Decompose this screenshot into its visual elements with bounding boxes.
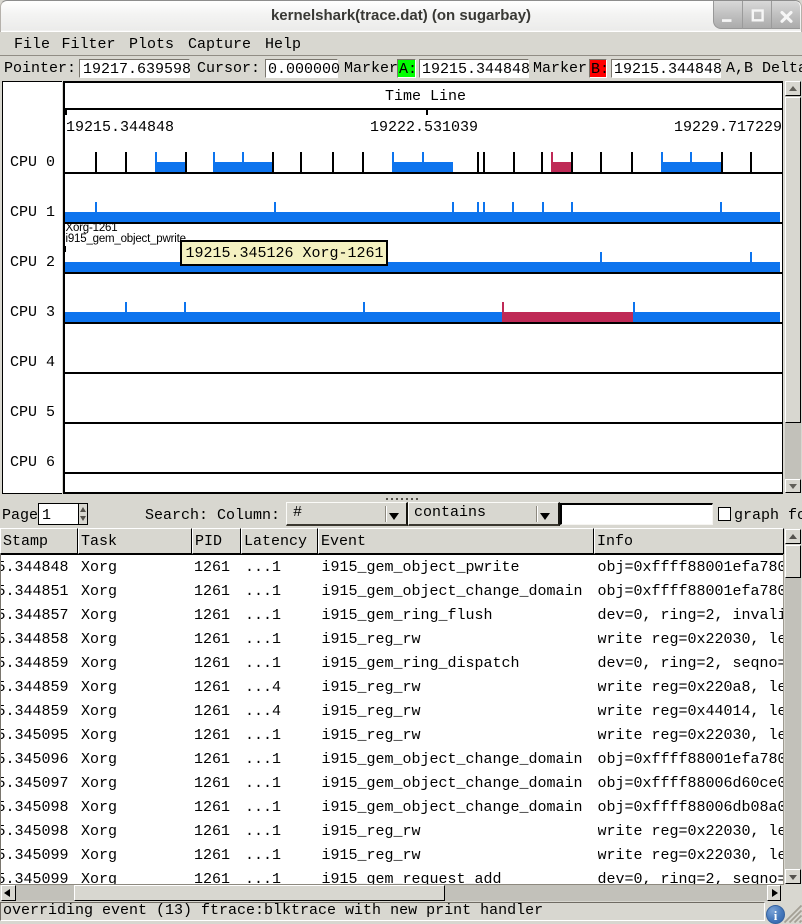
- svg-text:i: i: [774, 908, 778, 923]
